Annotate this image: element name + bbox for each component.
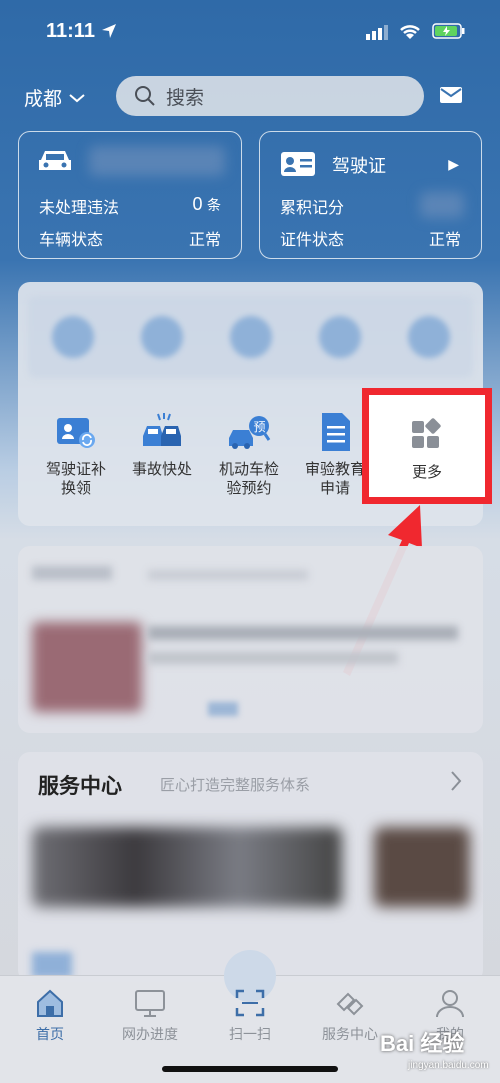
license-status-label: 证件状态 <box>280 232 345 249</box>
more-label: 更多 <box>411 464 442 481</box>
watermark: Bai 经验 <box>380 1031 465 1056</box>
more-button[interactable]: 更多 <box>362 388 492 504</box>
search-placeholder: 搜索 <box>166 87 205 109</box>
service-accident[interactable]: 事故快处 <box>120 410 204 479</box>
battery-charging-icon <box>432 23 465 39</box>
tab-service-center[interactable]: 服务中心 <box>310 988 390 1044</box>
search-input[interactable]: 搜索 <box>116 76 424 116</box>
service-center-subtitle: 匠心打造完整服务体系 <box>160 777 311 794</box>
service-inspection-booking[interactable]: 预 机动车检 验预约 <box>207 410 291 498</box>
inspection-booking-icon: 预 <box>229 416 271 449</box>
chevron-right-icon: ▶ <box>448 156 459 172</box>
license-status-value: 正常 <box>428 232 461 249</box>
id-card-icon <box>281 152 315 176</box>
watermark-url: jingyan.baidu.com <box>408 1060 489 1071</box>
monitor-icon <box>135 990 165 1017</box>
blurred-service-row <box>28 296 473 378</box>
license-card[interactable]: 驾驶证 ▶ 累积记分 证件状态 正常 <box>259 131 482 259</box>
status-bar: 11:11 <box>0 0 500 64</box>
mail-icon[interactable] <box>439 86 463 104</box>
vehicle-status-value: 正常 <box>188 232 221 249</box>
chevron-right-icon[interactable] <box>449 770 463 792</box>
home-icon <box>37 989 63 1017</box>
plate-number-redacted <box>89 146 225 176</box>
license-renew-icon <box>57 418 95 448</box>
violations-label: 未处理违法 <box>39 200 120 217</box>
city-label: 成都 <box>24 89 63 110</box>
car-icon <box>39 151 71 170</box>
tab-progress[interactable]: 网办进度 <box>110 988 190 1044</box>
status-time: 11:11 <box>46 20 95 42</box>
vehicle-status-label: 车辆状态 <box>39 232 104 249</box>
service-license-renew[interactable]: 驾驶证补 换领 <box>34 410 118 498</box>
service-center-title: 服务中心 <box>38 775 122 798</box>
user-icon <box>436 990 464 1018</box>
more-grid-icon <box>412 418 441 448</box>
wifi-icon <box>400 25 420 39</box>
tab-home[interactable]: 首页 <box>10 988 90 1044</box>
points-label: 累积记分 <box>280 200 345 217</box>
service-icon <box>336 992 364 1016</box>
search-icon <box>135 86 155 106</box>
signal-icon <box>366 25 388 40</box>
points-row: 累积记分 <box>280 194 461 218</box>
vehicle-status-row: 车辆状态 正常 <box>39 226 221 250</box>
location-arrow-icon <box>102 24 116 38</box>
accident-icon <box>143 413 181 446</box>
license-status-row: 证件状态 正常 <box>280 226 461 250</box>
scan-icon <box>235 989 265 1017</box>
tab-scan[interactable]: 扫一扫 <box>210 988 290 1044</box>
violations-count: 0 条 <box>192 194 221 214</box>
license-title: 驾驶证 <box>332 156 386 176</box>
vehicle-card[interactable]: 未处理违法 0 条 车辆状态 正常 <box>18 131 242 259</box>
home-indicator <box>162 1066 338 1072</box>
service-center-card[interactable]: 服务中心 匠心打造完整服务体系 <box>18 752 483 982</box>
svg-text:预: 预 <box>254 420 266 434</box>
chevron-down-icon <box>69 93 85 102</box>
violations-row: 未处理违法 0 条 <box>39 194 221 218</box>
education-doc-icon <box>322 413 350 451</box>
news-card[interactable] <box>18 546 483 733</box>
city-selector[interactable]: 成都 <box>24 84 86 111</box>
